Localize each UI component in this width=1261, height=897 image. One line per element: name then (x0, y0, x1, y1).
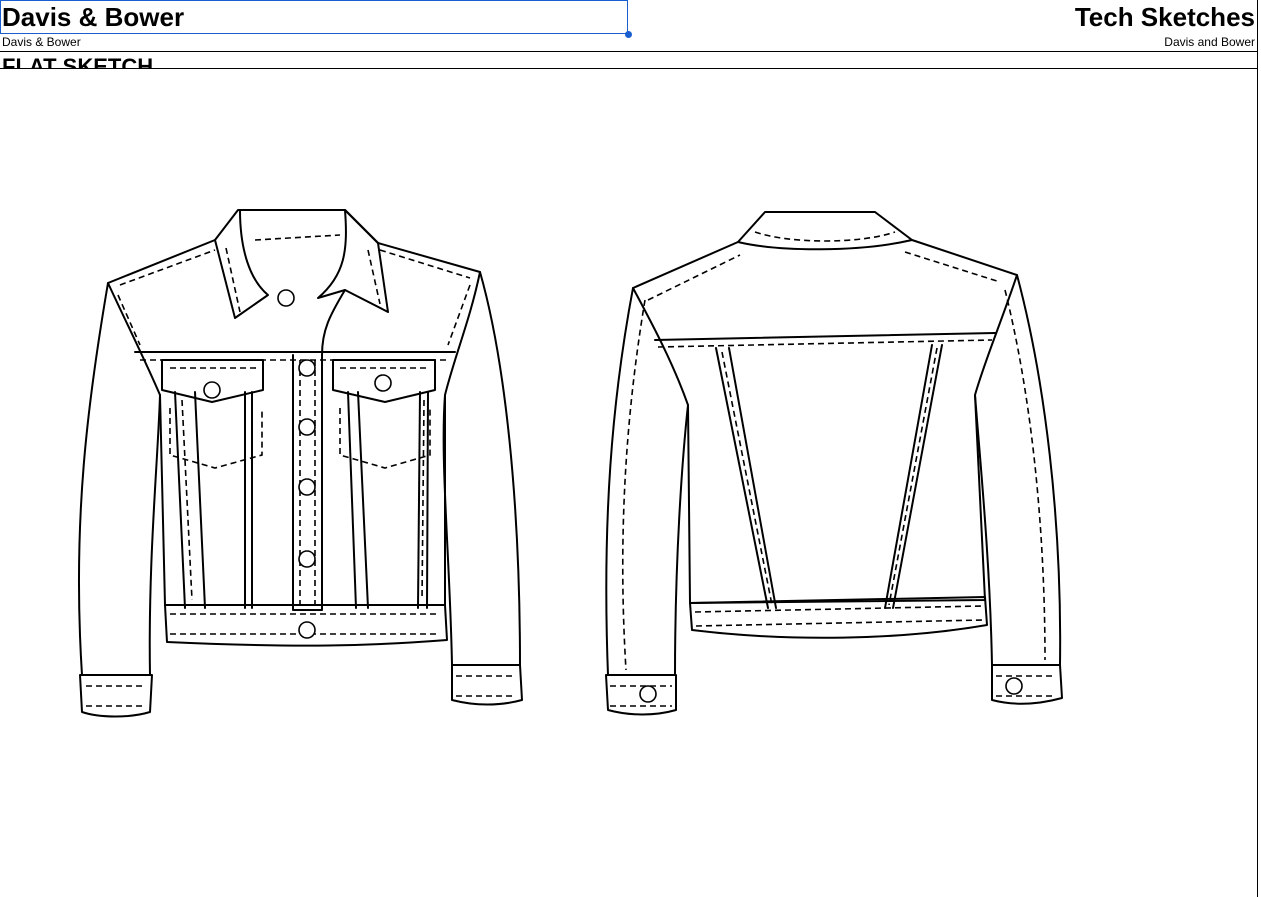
front-left-cuff (79, 674, 153, 718)
doc-title: Tech Sketches (1074, 2, 1255, 32)
back-left-sleeve (605, 287, 689, 676)
back-left-panel-seam (715, 347, 777, 609)
right-pocket-button (374, 374, 392, 392)
front-collar-right (317, 209, 389, 313)
front-left-sleeve (77, 282, 161, 676)
flat-sketch-canvas (0, 69, 1258, 897)
back-body (632, 211, 1018, 604)
left-pocket-button (203, 381, 221, 399)
brand-subtitle: Davis & Bower (2, 35, 81, 49)
collar-button (277, 289, 295, 307)
doc-subtitle: Davis and Bower (1164, 35, 1255, 49)
front-button-4 (298, 550, 316, 568)
jacket-front-view (77, 209, 523, 718)
back-left-cuff-button (639, 685, 657, 703)
back-yoke (654, 332, 996, 341)
back-right-cuff-button (1005, 677, 1023, 695)
jacket-sketch-drawing (77, 209, 1063, 718)
front-collar-left (214, 209, 269, 319)
brand-title[interactable]: Davis & Bower (2, 2, 184, 32)
waistband-button (298, 621, 316, 639)
front-right-cuff (451, 664, 523, 706)
front-right-panel-seam (347, 391, 369, 609)
front-button-1 (298, 359, 316, 377)
resize-handle[interactable] (625, 31, 632, 38)
front-button-3 (298, 478, 316, 496)
front-right-sleeve (442, 271, 521, 666)
jacket-back-view (605, 211, 1063, 716)
front-button-2 (298, 418, 316, 436)
section-header: FLAT SKETCH (0, 52, 400, 69)
section-title: FLAT SKETCH (2, 54, 154, 69)
back-right-cuff (991, 664, 1063, 705)
